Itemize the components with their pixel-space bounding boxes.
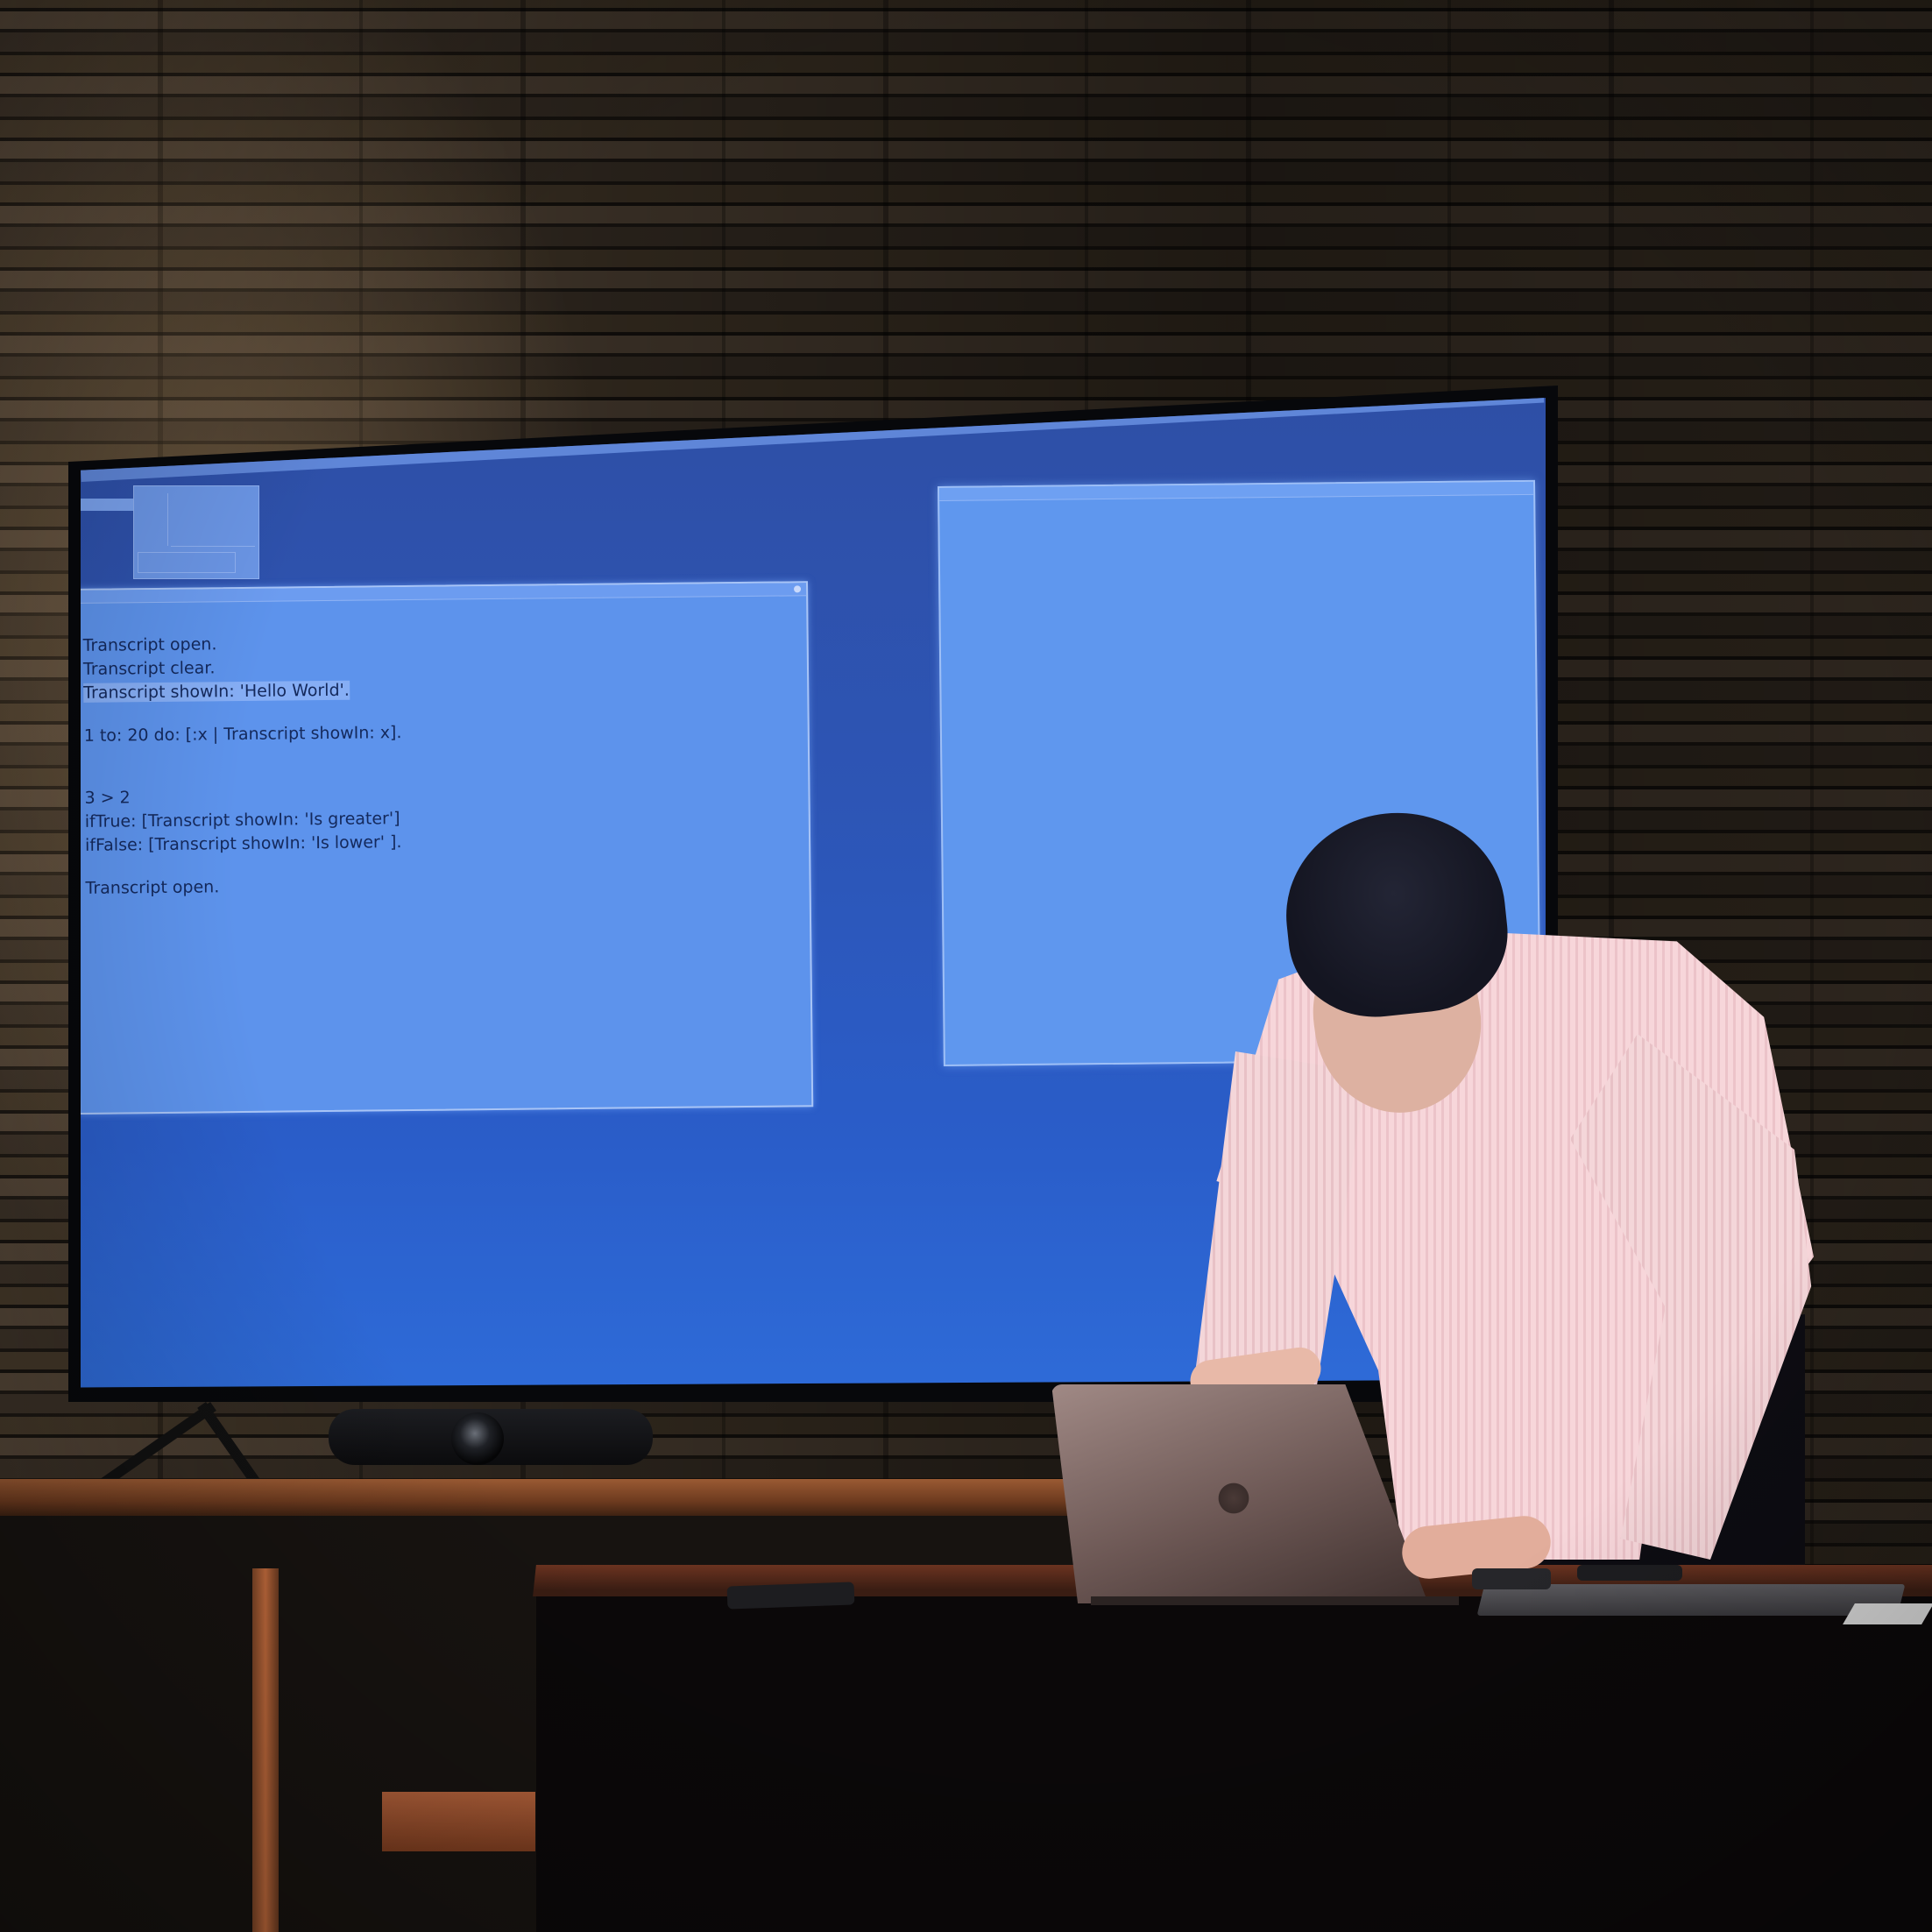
photo-scene: Transcript open. Transcript clear. Transcr… (0, 0, 1932, 1932)
desk-body (536, 1596, 1932, 1932)
apple-logo-icon (1218, 1479, 1249, 1514)
phone-on-desk (1577, 1565, 1682, 1581)
laptop-base (1091, 1596, 1459, 1605)
phone-on-desk (726, 1582, 855, 1610)
device-on-desk (1472, 1568, 1551, 1589)
paper-sheet (1843, 1603, 1932, 1624)
